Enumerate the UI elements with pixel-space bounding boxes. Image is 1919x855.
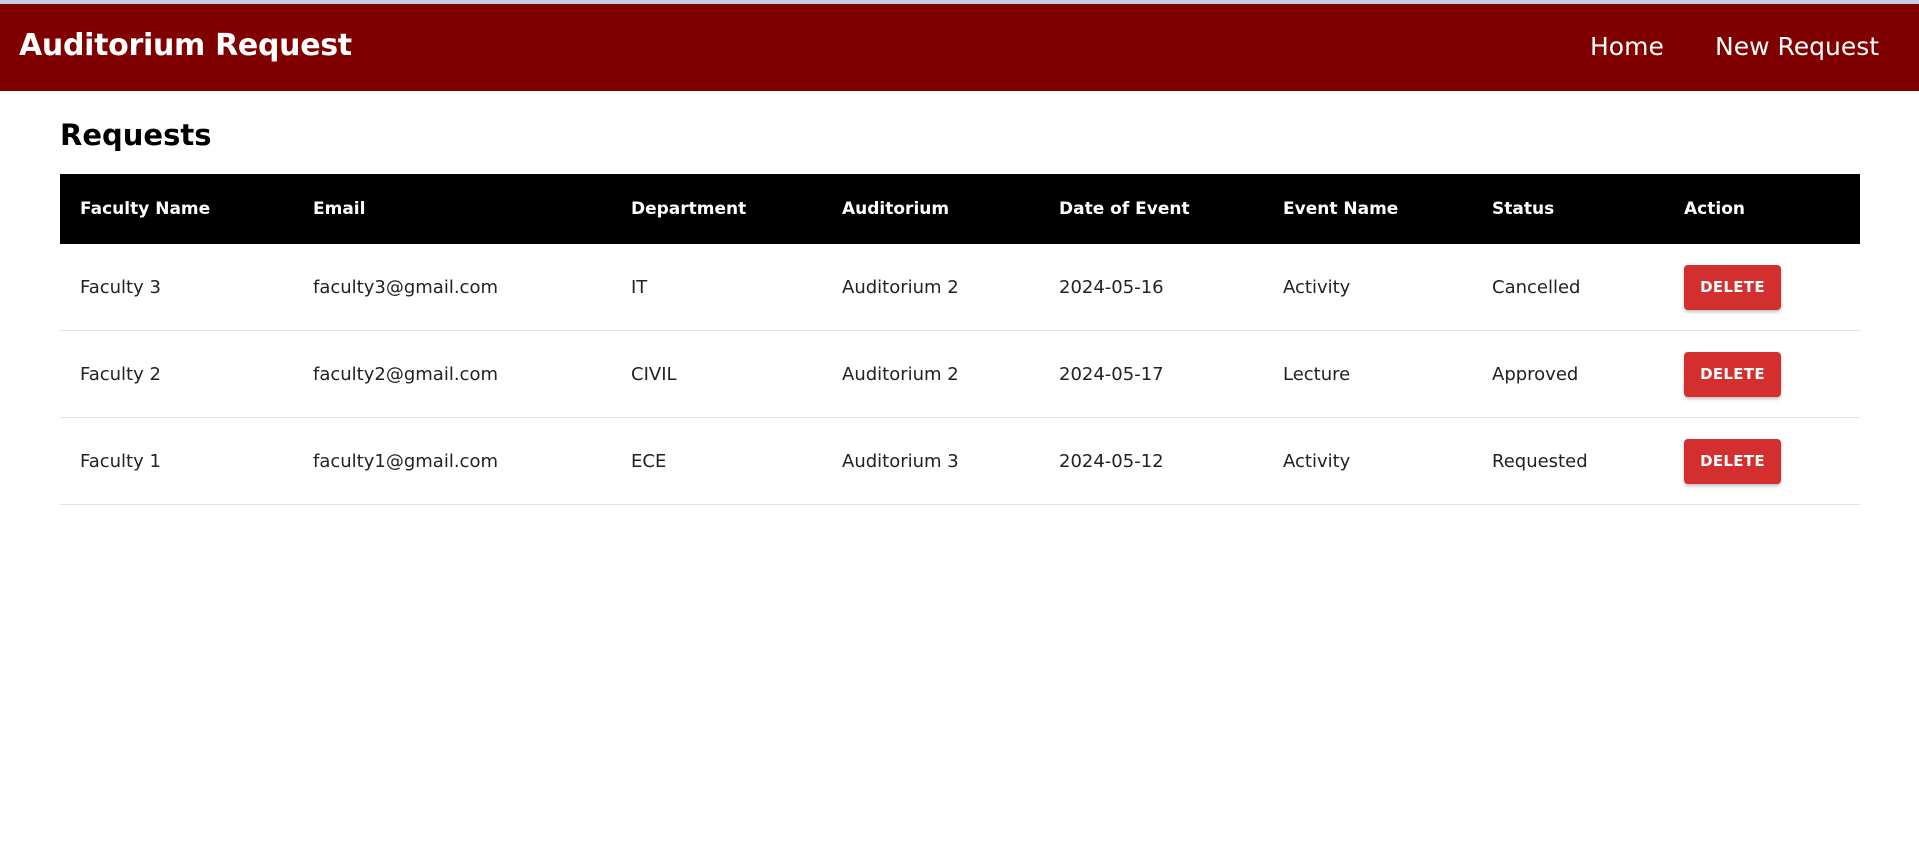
header-action: Action xyxy=(1664,174,1860,244)
cell-date: 2024-05-12 xyxy=(1039,417,1263,505)
table-row: Faculty 2 faculty2@gmail.com CIVIL Audit… xyxy=(60,330,1860,418)
header-faculty-name: Faculty Name xyxy=(60,174,293,244)
cell-event-name: Activity xyxy=(1263,244,1472,331)
header-email: Email xyxy=(293,174,611,244)
table-body: Faculty 3 faculty3@gmail.com IT Auditori… xyxy=(60,244,1860,505)
cell-email: faculty3@gmail.com xyxy=(293,244,611,331)
header-status: Status xyxy=(1472,174,1664,244)
cell-event-name: Activity xyxy=(1263,417,1472,505)
table-row: Faculty 1 faculty1@gmail.com ECE Auditor… xyxy=(60,417,1860,505)
cell-faculty-name: Faculty 2 xyxy=(60,330,293,418)
delete-button[interactable]: DELETE xyxy=(1684,264,1781,310)
cell-action: DELETE xyxy=(1664,417,1860,505)
cell-department: ECE xyxy=(611,417,822,505)
cell-status: Requested xyxy=(1472,417,1664,505)
cell-faculty-name: Faculty 3 xyxy=(60,244,293,331)
cell-department: CIVIL xyxy=(611,330,822,418)
cell-faculty-name: Faculty 1 xyxy=(60,417,293,505)
cell-auditorium: Auditorium 2 xyxy=(822,244,1039,331)
cell-auditorium: Auditorium 2 xyxy=(822,330,1039,418)
nav-link-new-request[interactable]: New Request xyxy=(1715,32,1879,61)
page-title: Requests xyxy=(60,118,212,152)
delete-button[interactable]: DELETE xyxy=(1684,438,1781,484)
header-auditorium: Auditorium xyxy=(822,174,1039,244)
cell-event-name: Lecture xyxy=(1263,330,1472,418)
table-header: Faculty Name Email Department Auditorium… xyxy=(60,174,1860,244)
navbar: Auditorium Request Home New Request xyxy=(0,4,1919,91)
nav-link-home[interactable]: Home xyxy=(1590,32,1664,61)
delete-button[interactable]: DELETE xyxy=(1684,351,1781,397)
header-department: Department xyxy=(611,174,822,244)
cell-date: 2024-05-17 xyxy=(1039,330,1263,418)
cell-status: Cancelled xyxy=(1472,244,1664,331)
header-event-name: Event Name xyxy=(1263,174,1472,244)
header-row: Faculty Name Email Department Auditorium… xyxy=(60,174,1860,244)
cell-status: Approved xyxy=(1472,330,1664,418)
cell-email: faculty1@gmail.com xyxy=(293,417,611,505)
cell-department: IT xyxy=(611,244,822,331)
app-title: Auditorium Request xyxy=(19,28,352,63)
cell-date: 2024-05-16 xyxy=(1039,244,1263,331)
table-row: Faculty 3 faculty3@gmail.com IT Auditori… xyxy=(60,244,1860,331)
cell-email: faculty2@gmail.com xyxy=(293,330,611,418)
cell-auditorium: Auditorium 3 xyxy=(822,417,1039,505)
cell-action: DELETE xyxy=(1664,244,1860,331)
requests-table: Faculty Name Email Department Auditorium… xyxy=(60,174,1860,505)
header-date-of-event: Date of Event xyxy=(1039,174,1263,244)
cell-action: DELETE xyxy=(1664,330,1860,418)
